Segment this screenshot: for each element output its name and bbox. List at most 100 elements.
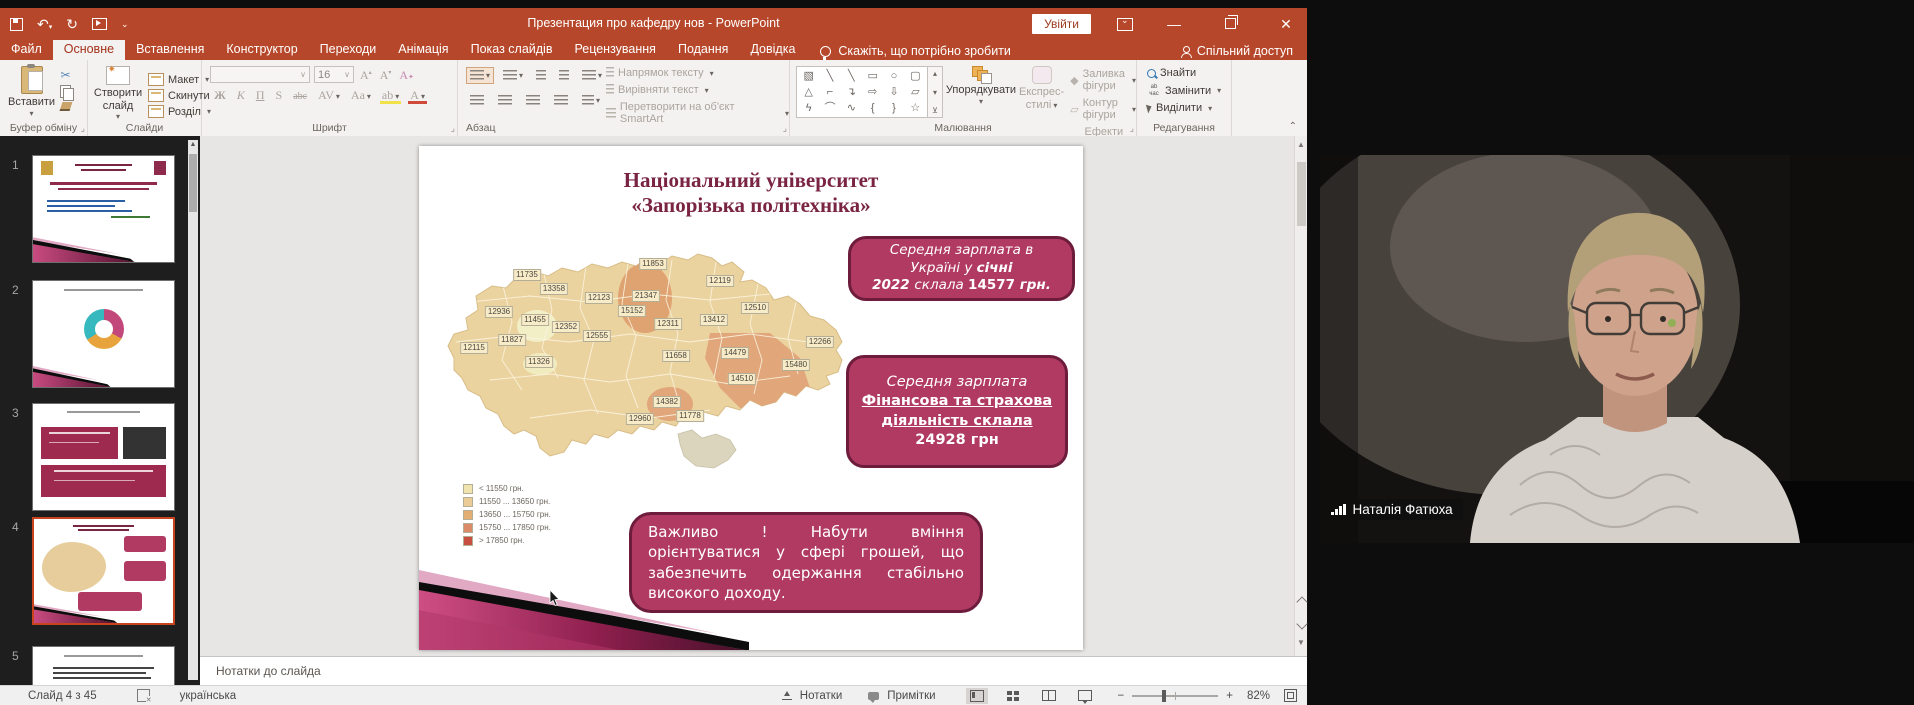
minimize-button[interactable]: —: [1159, 16, 1189, 32]
grow-font-icon[interactable]: А▴: [358, 69, 374, 81]
shape-glyph[interactable]: ▢: [910, 69, 920, 83]
character-spacing-icon[interactable]: AV: [316, 89, 342, 101]
normal-view-button[interactable]: [966, 688, 988, 704]
find-button[interactable]: Знайти: [1147, 67, 1231, 79]
text-direction-button[interactable]: Напрямок тексту: [606, 67, 789, 79]
paragraph-dialog-launcher[interactable]: ⌟: [783, 123, 787, 134]
decrease-indent-icon[interactable]: [532, 67, 550, 84]
shape-glyph[interactable]: {: [871, 101, 875, 115]
align-left-icon[interactable]: [466, 92, 488, 109]
main-scrollbar[interactable]: ▲ ▼: [1294, 136, 1307, 656]
shapes-gallery[interactable]: ▧╲╲▭○▢△⌐↴⇨⇩▱ϟ⌒∿{}☆: [796, 66, 928, 118]
tab-Конструктор[interactable]: Конструктор: [215, 40, 308, 60]
new-slide-button[interactable]: Створити слайд ▾: [94, 66, 142, 121]
tab-Анімація[interactable]: Анімація: [387, 40, 459, 60]
line-spacing-icon[interactable]: [578, 67, 606, 84]
zoom-in-button[interactable]: +: [1226, 690, 1233, 702]
bullets-button[interactable]: [466, 67, 494, 84]
highlight-color-icon[interactable]: ab: [380, 89, 401, 104]
tell-me-search[interactable]: Скажіть, що потрібно зробити: [820, 40, 1011, 60]
shape-glyph[interactable]: ╲: [848, 69, 855, 83]
zoom-slider[interactable]: [1132, 695, 1218, 697]
shape-glyph[interactable]: }: [892, 101, 896, 115]
justify-icon[interactable]: [550, 92, 572, 109]
shape-glyph[interactable]: ☆: [910, 101, 920, 115]
scroll-down-icon[interactable]: ▼: [1295, 638, 1307, 647]
fit-to-window-icon[interactable]: [1284, 689, 1297, 702]
font-size-combo[interactable]: 16∨: [314, 66, 354, 83]
slide-sorter-view-button[interactable]: [1002, 688, 1024, 704]
tab-Рецензування[interactable]: Рецензування: [563, 40, 666, 60]
tab-Основне[interactable]: Основне: [53, 40, 125, 60]
select-button[interactable]: Виділити: [1147, 102, 1231, 114]
scroll-up-icon[interactable]: ▲: [1295, 140, 1307, 149]
notes-toggle[interactable]: Нотатки: [782, 690, 842, 702]
shape-outline-button[interactable]: ▱Контур фігури: [1070, 97, 1136, 121]
tab-Переходи[interactable]: Переходи: [309, 40, 388, 60]
bold-icon[interactable]: Ж: [212, 89, 228, 101]
italic-icon[interactable]: К: [235, 89, 247, 101]
zoom-slider-thumb[interactable]: [1162, 690, 1166, 702]
shape-glyph[interactable]: ⌒: [824, 101, 835, 115]
tab-Файл[interactable]: Файл: [0, 40, 53, 60]
shape-glyph[interactable]: ▭: [867, 69, 877, 83]
notes-pane[interactable]: Нотатки до слайда: [200, 656, 1307, 685]
replace-button[interactable]: abчасЗамінити: [1147, 84, 1231, 97]
slide-thumbnail-1[interactable]: [32, 155, 175, 263]
cut-icon[interactable]: ✂: [61, 69, 71, 81]
tab-Подання[interactable]: Подання: [667, 40, 739, 60]
text-shadow-icon[interactable]: S: [274, 89, 285, 101]
shape-glyph[interactable]: ╲: [827, 69, 834, 83]
panel-scrollbar-thumb[interactable]: [189, 154, 197, 212]
strikethrough-icon[interactable]: abc: [291, 92, 309, 102]
copy-icon[interactable]: [60, 85, 71, 98]
numbering-button[interactable]: [499, 67, 527, 84]
shape-glyph[interactable]: ⇨: [868, 85, 877, 99]
share-button[interactable]: Спільний доступ: [1167, 40, 1307, 60]
scroll-up-icon[interactable]: ▲: [188, 141, 198, 148]
tab-Довідка[interactable]: Довідка: [739, 40, 806, 60]
font-color-icon[interactable]: А: [408, 89, 427, 104]
spellcheck-icon[interactable]: [137, 689, 150, 702]
slide-thumbnail-3[interactable]: [32, 403, 175, 511]
font-name-combo[interactable]: ∨: [210, 66, 310, 83]
shape-fill-button[interactable]: ◆Заливка фігури: [1070, 68, 1136, 92]
shape-glyph[interactable]: ▱: [911, 85, 919, 99]
tab-Вставлення[interactable]: Вставлення: [125, 40, 215, 60]
clear-formatting-icon[interactable]: A✦: [397, 69, 416, 81]
shape-glyph[interactable]: ⇩: [889, 85, 898, 99]
font-dialog-launcher[interactable]: ⌟: [451, 123, 455, 134]
previous-slide-icon[interactable]: [1296, 596, 1307, 607]
shape-glyph[interactable]: ⌐: [827, 85, 833, 99]
avg-salary-finance-box[interactable]: Середня зарплатаФінансова та страховадія…: [846, 355, 1068, 468]
signin-button[interactable]: Увійти: [1032, 14, 1091, 34]
scrollbar-thumb[interactable]: [1297, 162, 1306, 226]
align-right-icon[interactable]: [522, 92, 544, 109]
shape-glyph[interactable]: ∿: [847, 101, 856, 115]
close-button[interactable]: ✕: [1271, 16, 1301, 33]
align-text-button[interactable]: Вирівняти текст: [606, 84, 789, 96]
zoom-out-button[interactable]: −: [1118, 690, 1125, 702]
columns-icon[interactable]: [578, 92, 604, 109]
tab-Показ слайдів[interactable]: Показ слайдів: [460, 40, 564, 60]
language-indicator[interactable]: українська: [180, 690, 237, 702]
format-painter-icon[interactable]: [59, 102, 72, 111]
collapse-ribbon-icon[interactable]: ⌃: [1289, 121, 1297, 132]
ribbon-display-options-icon[interactable]: [1117, 18, 1133, 31]
panel-scrollbar[interactable]: ▲: [188, 140, 198, 680]
zoom-level[interactable]: 82%: [1247, 690, 1270, 702]
slideshow-button[interactable]: [1074, 688, 1096, 704]
next-slide-icon[interactable]: [1296, 618, 1307, 629]
reading-view-button[interactable]: [1038, 688, 1060, 704]
shape-glyph[interactable]: ↴: [847, 85, 856, 99]
restore-button[interactable]: [1215, 16, 1245, 32]
slide-canvas-area[interactable]: Національний університет «Запорізька пол…: [200, 136, 1294, 656]
drawing-dialog-launcher[interactable]: ⌟: [1130, 123, 1134, 134]
shape-glyph[interactable]: ○: [891, 69, 898, 83]
avg-salary-ukraine-box[interactable]: Середня зарплата вУкраїні у січні2022 ск…: [848, 236, 1075, 301]
paste-button[interactable]: Вставити ▾: [8, 66, 55, 118]
shape-glyph[interactable]: ▧: [803, 69, 813, 83]
comments-toggle[interactable]: Примітки: [868, 690, 935, 702]
align-center-icon[interactable]: [494, 92, 516, 109]
slide-thumbnail-5[interactable]: [32, 646, 175, 685]
